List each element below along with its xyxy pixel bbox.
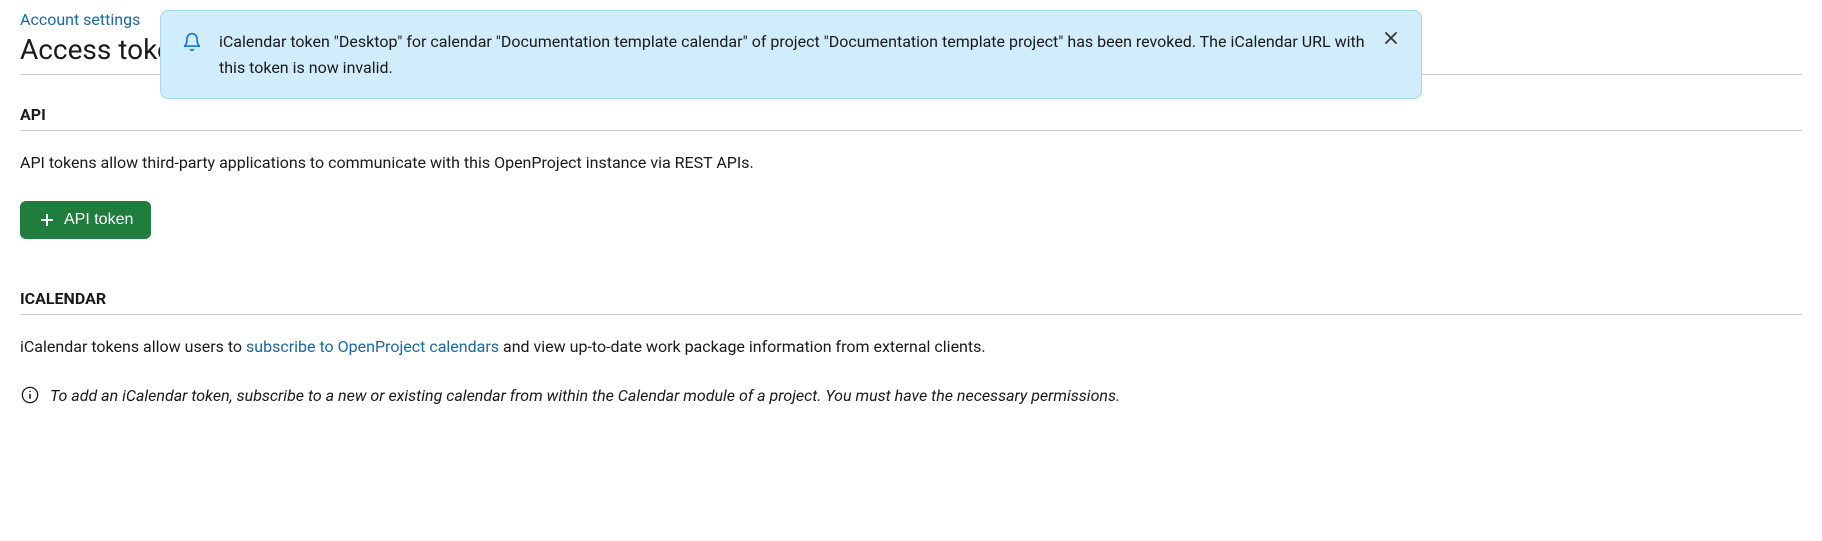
add-api-token-button[interactable]: API token [20,201,151,239]
subscribe-calendars-link[interactable]: subscribe to OpenProject calendars [246,337,499,356]
add-api-token-button-label: API token [64,211,133,229]
info-icon [20,385,40,405]
icalendar-section-description: iCalendar tokens allow users to subscrib… [20,335,1802,359]
icalendar-section: ICALENDAR iCalendar tokens allow users t… [20,289,1802,405]
icalendar-info-text: To add an iCalendar token, subscribe to … [50,386,1120,405]
api-section-description: API tokens allow third-party application… [20,151,1802,175]
plus-icon [38,211,56,229]
api-section-divider [20,130,1802,131]
breadcrumb-link-account-settings[interactable]: Account settings [20,10,140,29]
bell-icon [181,31,203,53]
api-section: API API tokens allow third-party applica… [20,105,1802,279]
icalendar-section-divider [20,314,1802,315]
api-section-heading: API [20,105,1802,124]
icalendar-description-post: and view up-to-date work package informa… [499,337,986,356]
notification-banner: iCalendar token "Desktop" for calendar "… [160,10,1422,99]
notification-close-button[interactable] [1379,27,1403,51]
icalendar-description-pre: iCalendar tokens allow users to [20,337,246,356]
notification-text: iCalendar token "Desktop" for calendar "… [219,29,1371,80]
icalendar-section-heading: ICALENDAR [20,289,1802,308]
close-icon [1383,30,1399,49]
icalendar-info-row: To add an iCalendar token, subscribe to … [20,385,1802,405]
